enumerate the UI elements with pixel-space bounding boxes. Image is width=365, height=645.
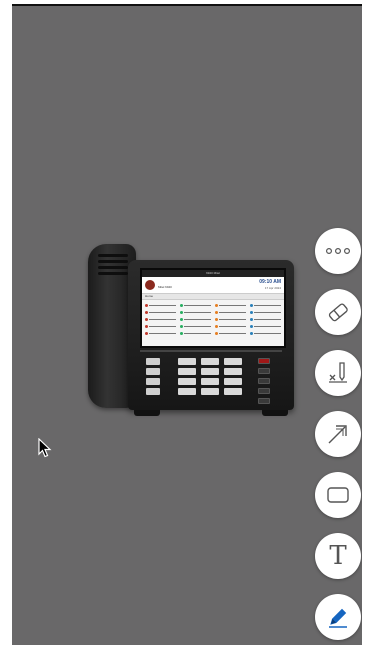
phone-softkey	[250, 310, 281, 315]
phone-softkey	[180, 310, 211, 315]
more-icon	[325, 247, 351, 255]
phone-softkey	[145, 310, 176, 315]
phone-user: Mitel 6940	[158, 285, 172, 289]
phone-base: 6940 Mitel 09:10 AM 17 Apr 2024 Mitel 69…	[128, 260, 294, 416]
rectangle-button[interactable]	[315, 472, 361, 518]
phone-softkey	[215, 324, 246, 329]
phone-right-keys	[258, 358, 270, 404]
phone-softkey	[215, 310, 246, 315]
phone-keypad	[178, 358, 242, 395]
clear-ink-icon	[329, 362, 347, 383]
phone-softkey	[250, 303, 281, 308]
phone-softkey	[145, 331, 176, 336]
phone-status-bar: 6940 Mitel	[142, 270, 284, 277]
phone-softkey	[215, 317, 246, 322]
phone-date: 17 Apr 2024	[264, 286, 281, 290]
phone-clock: 09:10 AM	[259, 279, 281, 285]
more-options-button[interactable]	[315, 228, 361, 274]
phone-softkey	[180, 324, 211, 329]
phone-softkey	[180, 331, 211, 336]
rectangle-icon	[327, 487, 349, 503]
phone-softkey	[145, 303, 176, 308]
phone-display: 6940 Mitel 09:10 AM 17 Apr 2024 Mitel 69…	[140, 268, 286, 348]
phone-softkey	[250, 324, 281, 329]
phone-left-keys	[146, 358, 160, 395]
pointer-arrow-button[interactable]	[315, 411, 361, 457]
eraser-icon	[328, 303, 348, 322]
phone-softkey	[215, 331, 246, 336]
phone-softkey	[215, 303, 246, 308]
canvas-viewport[interactable]: 6940 Mitel 09:10 AM 17 Apr 2024 Mitel 69…	[12, 4, 362, 645]
text-button[interactable]: T	[315, 533, 361, 579]
phone-softkey	[145, 317, 176, 322]
desk-phone-image: 6940 Mitel 09:10 AM 17 Apr 2024 Mitel 69…	[78, 238, 298, 418]
phone-softkey	[250, 331, 281, 336]
phone-softkey-grid	[142, 300, 284, 339]
text-icon: T	[329, 541, 347, 571]
phone-softkey	[145, 324, 176, 329]
arrow-icon	[328, 425, 347, 444]
pen-button[interactable]	[315, 594, 361, 640]
mouse-cursor-icon	[38, 438, 52, 458]
clear-all-button[interactable]	[315, 350, 361, 396]
phone-softkey	[250, 317, 281, 322]
phone-softkey	[180, 317, 211, 322]
pen-icon	[329, 608, 347, 628]
eraser-button[interactable]	[315, 289, 361, 335]
phone-softkey	[180, 303, 211, 308]
phone-avatar	[145, 280, 155, 290]
